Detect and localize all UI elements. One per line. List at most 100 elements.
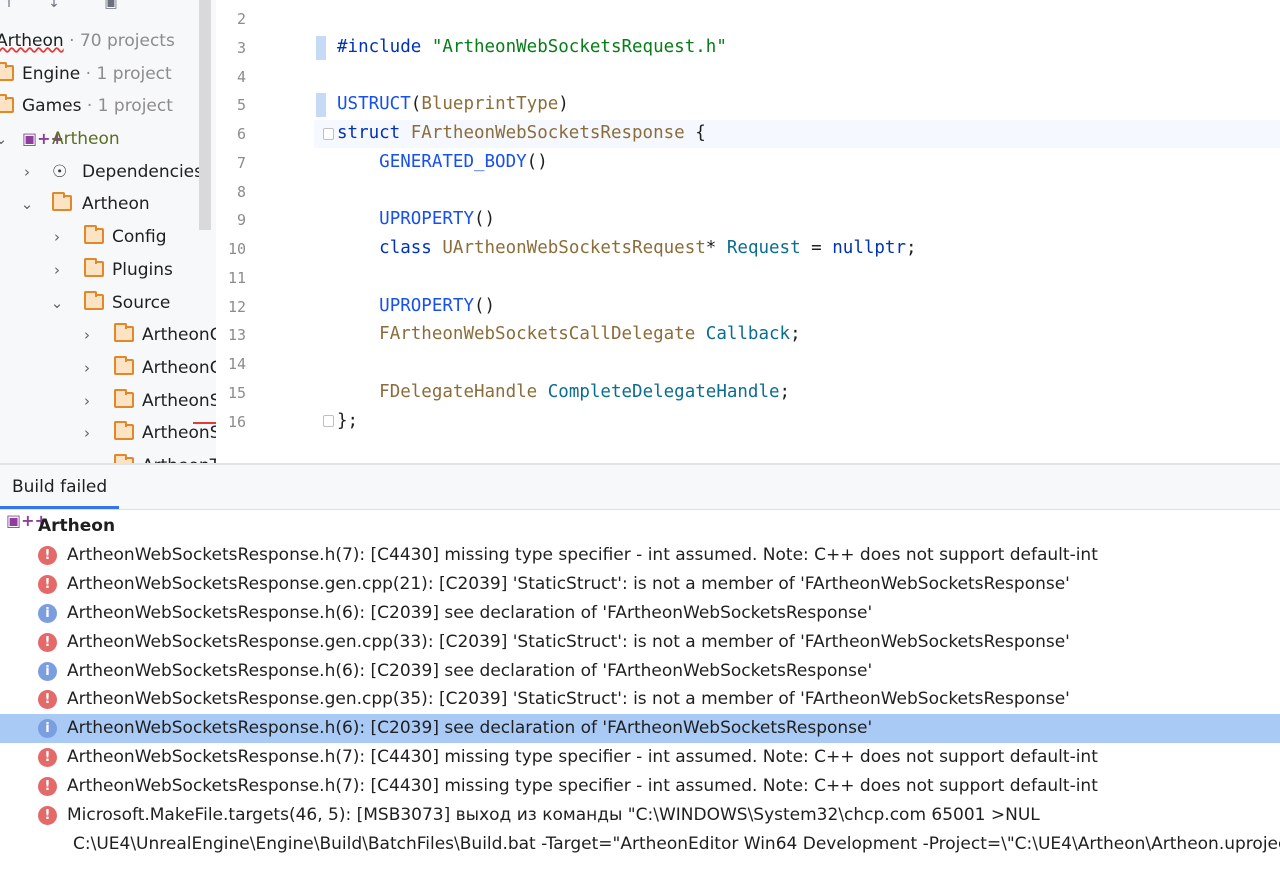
project-icon: ▣++ [22,129,64,149]
build-message[interactable]: i ArtheonWebSocketsResponse.h(6): [C2039… [0,657,1280,686]
build-message-text: ArtheonWebSocketsResponse.h(7): [C4430] … [67,776,1098,797]
error-icon: ! [38,690,57,710]
tree-item-source[interactable]: ⌄ Source [0,287,216,320]
tree-item-config[interactable]: › Config [0,221,216,254]
build-message[interactable]: ! ArtheonWebSocketsResponse.gen.cpp(33):… [0,628,1280,657]
line-number: 14 [227,355,246,373]
tree-item-label: Plugins [112,259,173,280]
build-message[interactable]: ! ArtheonWebSocketsResponse.h(7): [C4430… [0,743,1280,772]
build-message[interactable]: ! Microsoft.MakeFile.targets(46, 5): [MS… [0,801,1280,859]
project-tree: ↑ ↓ ▣ Artheon · 70 projects Engine · 1 p… [0,0,216,463]
error-underline [193,422,216,424]
build-message[interactable]: ! ArtheonWebSocketsResponse.h(7): [C4430… [0,541,1280,570]
build-root-label: Artheon [38,516,116,536]
line-number: 2 [236,10,246,28]
folder-icon [84,225,104,245]
tree-item-label: ArtheonC [142,325,216,346]
arrow-down-icon[interactable]: ↓ [45,0,63,12]
tree-item-label: Engine [22,63,81,84]
tree-item-artheon-folder[interactable]: ⌄ Artheon [0,188,216,221]
info-icon: i [38,661,57,681]
tree-item-label: Config [112,227,167,248]
build-messages: ! ArtheonWebSocketsResponse.h(7): [C4430… [0,541,1280,859]
chevron-right-icon[interactable]: › [80,319,94,351]
line-number: 15 [227,384,246,402]
chevron-down-icon[interactable]: ⌄ [0,123,8,155]
chevron-right-icon[interactable]: › [80,417,94,449]
line-number: 10 [227,240,246,258]
tree-item-meta: · 1 project [80,63,172,84]
chevron-down-icon[interactable]: ⌄ [50,287,64,319]
line-number: 11 [227,269,246,287]
tree-item-label: ArtheonT [142,450,216,463]
chevron-down-icon[interactable]: ⌄ [20,188,34,220]
build-message-text: ArtheonWebSocketsResponse.h(7): [C4430] … [67,545,1098,565]
build-message[interactable]: ! ArtheonWebSocketsResponse.gen.cpp(21):… [0,570,1280,599]
build-message-text: ArtheonWebSocketsResponse.h(6): [C2039] … [67,718,873,739]
build-message-text: Microsoft.MakeFile.targets(46, 5): [MSB3… [67,805,1040,826]
folder-icon [114,421,134,441]
code-line[interactable]: }; [337,411,358,431]
line-number: 5 [236,96,246,114]
tree-item-meta: · 1 project [81,96,173,117]
tree-item-label: Artheon [82,194,150,215]
tree-item-source-child[interactable]: › ArtheonC [0,319,216,352]
code-line[interactable]: UPROPERTY() [337,296,495,316]
tree-item-artheon-project[interactable]: ⌄ ▣++ Artheon [0,123,216,156]
tree-item-source-child[interactable]: › ArtheonC [0,352,216,385]
chevron-right-icon[interactable]: › [50,254,64,286]
build-message-text: ArtheonWebSocketsResponse.gen.cpp(21): [… [67,573,1070,594]
fold-icon[interactable] [323,128,334,140]
tree-item-solution[interactable]: Artheon · 70 projects [0,25,216,58]
line-number: 6 [236,125,246,143]
build-tree-root[interactable]: ▣++ Artheon [0,512,1280,541]
code-line[interactable]: #include "ArtheonWebSocketsRequest.h" [337,37,727,57]
line-number: 9 [236,211,246,229]
code-line[interactable]: class UArtheonWebSocketsRequest* Request… [337,238,916,258]
chevron-right-icon[interactable]: › [80,385,94,417]
line-number: 4 [236,68,246,86]
line-number: 16 [227,413,246,431]
dependencies-icon: ☉ [52,161,68,182]
change-marker [316,93,326,117]
code-line[interactable]: GENERATED_BODY() [337,152,548,172]
code-line[interactable]: FDelegateHandle CompleteDelegateHandle; [337,382,790,402]
save-icon[interactable]: ▣ [102,0,120,12]
build-message-text: ArtheonWebSocketsResponse.h(7): [C4430] … [67,747,1098,768]
error-icon: ! [38,632,57,652]
error-icon: ! [38,777,57,797]
code-editor[interactable]: 2 3 4 5 6 7 8 9 10 11 12 13 14 15 16 #in… [216,0,1280,463]
fold-icon[interactable] [323,415,334,427]
chevron-right-icon[interactable]: › [80,450,94,463]
tree-item-source-child[interactable]: › ArtheonS [0,385,216,418]
tree-item-label: Artheon [52,129,120,150]
arrow-up-icon[interactable]: ↑ [0,0,18,12]
build-message[interactable]: ! ArtheonWebSocketsResponse.h(7): [C4430… [0,772,1280,801]
chevron-right-icon[interactable]: › [50,221,64,253]
tree-item-engine[interactable]: Engine · 1 project [0,58,216,91]
build-message-selected[interactable]: i ArtheonWebSocketsResponse.h(6): [C2039… [0,714,1280,744]
folder-icon [84,290,104,310]
folder-icon [0,61,14,81]
tree-item-games[interactable]: Games · 1 project [0,90,216,123]
code-line[interactable]: UPROPERTY() [337,209,495,229]
error-icon: ! [38,748,57,768]
tab-build-failed[interactable]: Build failed [0,465,120,509]
tree-item-source-child[interactable]: › ArtheonS [0,417,216,450]
build-tool-window-header: Build failed [0,465,1280,510]
build-message[interactable]: i ArtheonWebSocketsResponse.h(6): [C2039… [0,599,1280,628]
build-message[interactable]: ! ArtheonWebSocketsResponse.gen.cpp(35):… [0,685,1280,714]
tree-item-plugins[interactable]: › Plugins [0,254,216,287]
tree-item-source-child[interactable]: › ArtheonT [0,450,216,463]
folder-icon [114,388,134,408]
tree-item-meta: · 70 projects [63,31,175,51]
code-line[interactable]: struct FArtheonWebSocketsResponse { [337,123,706,143]
tree-item-dependencies[interactable]: › ☉ Dependencies [0,156,216,189]
tree-scrollbar[interactable] [199,0,211,230]
line-number: 13 [227,326,246,344]
chevron-right-icon[interactable]: › [20,156,34,188]
build-message-text: ArtheonWebSocketsResponse.gen.cpp(35): [… [67,689,1070,710]
code-line[interactable]: FArtheonWebSocketsCallDelegate Callback; [337,324,800,344]
code-line[interactable]: USTRUCT(BlueprintType) [337,94,569,114]
chevron-right-icon[interactable]: › [80,352,94,384]
